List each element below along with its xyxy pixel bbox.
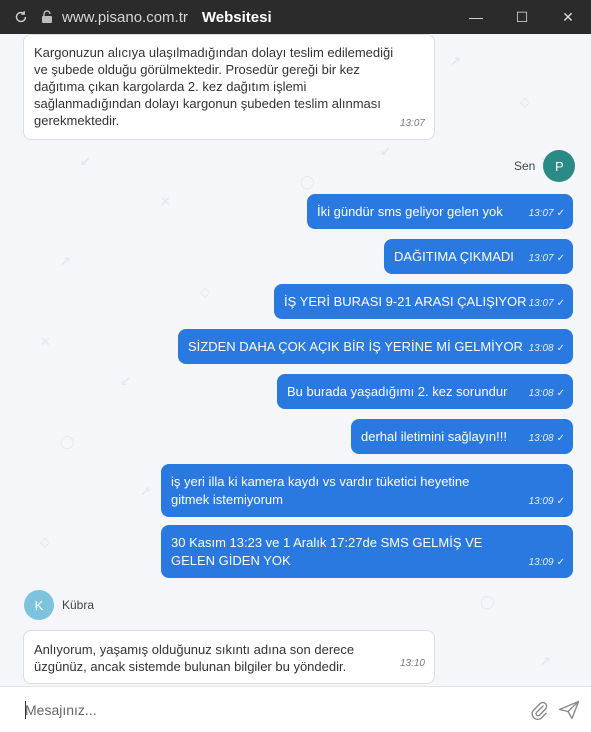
check-icon: ✓ xyxy=(556,208,565,219)
message-text: DAĞITIMA ÇIKMADI xyxy=(394,249,514,264)
close-button[interactable]: ✕ xyxy=(545,0,591,34)
message-time: 13:08 ✓ xyxy=(528,343,565,354)
message-time: 13:08 ✓ xyxy=(528,433,565,444)
window-controls: — ☐ ✕ xyxy=(453,0,591,34)
message-text: SİZDEN DAHA ÇOK AÇIK BİR İŞ YERİNE Mİ GE… xyxy=(188,339,523,354)
agent-avatar: K xyxy=(24,590,54,620)
message-text: Kargonuzun alıcıya ulaşılmadığından dola… xyxy=(34,45,394,128)
user-message: DAĞITIMA ÇIKMADI 13:07 ✓ xyxy=(384,239,573,274)
sender-name: Kübra xyxy=(62,598,95,612)
user-avatar: P xyxy=(543,150,576,182)
sender-name: Sen xyxy=(514,159,536,173)
message-time: 13:09 ✓ xyxy=(528,496,565,507)
check-icon: ✓ xyxy=(556,388,565,399)
minimize-button[interactable]: — xyxy=(453,0,499,34)
user-message: İki gündür sms geliyor gelen yok 13:07 ✓ xyxy=(307,194,573,229)
user-message: derhal iletimini sağlayın!!! 13:08 ✓ xyxy=(351,419,573,454)
message-time: 13:09 ✓ xyxy=(528,557,565,568)
user-sender-row: Sen P xyxy=(514,150,576,182)
message-time: 13:07 ✓ xyxy=(528,253,565,264)
check-icon: ✓ xyxy=(556,496,565,507)
user-message: 30 Kasım 13:23 ve 1 Aralık 17:27de SMS G… xyxy=(161,525,573,578)
refresh-icon[interactable] xyxy=(6,0,36,34)
message-text: Bu burada yaşadığımı 2. kez sorundur xyxy=(287,384,508,399)
maximize-button[interactable]: ☐ xyxy=(499,0,545,34)
message-time: 13:07 ✓ xyxy=(528,208,565,219)
check-icon: ✓ xyxy=(556,253,565,264)
message-input[interactable] xyxy=(25,699,505,721)
message-text: İŞ YERİ BURASI 9-21 ARASI ÇALIŞIYOR xyxy=(284,294,527,309)
agent-message: Anlıyorum, yaşamış olduğunuz sıkıntı adı… xyxy=(23,630,435,684)
message-time: 13:08 ✓ xyxy=(528,388,565,399)
user-message: SİZDEN DAHA ÇOK AÇIK BİR İŞ YERİNE Mİ GE… xyxy=(178,329,573,364)
window-title: Websitesi xyxy=(201,8,272,26)
message-text: iş yeri illa ki kamera kaydı vs vardır t… xyxy=(171,474,470,507)
send-icon[interactable] xyxy=(557,698,581,722)
message-text: Anlıyorum, yaşamış olduğunuz sıkıntı adı… xyxy=(34,642,355,674)
user-message: iş yeri illa ki kamera kaydı vs vardır t… xyxy=(161,464,573,517)
window-titlebar: www.pisano.com.tr Websitesi — ☐ ✕ xyxy=(0,0,591,34)
check-icon: ✓ xyxy=(556,298,565,309)
message-text: 30 Kasım 13:23 ve 1 Aralık 17:27de SMS G… xyxy=(171,535,483,568)
check-icon: ✓ xyxy=(556,343,565,354)
message-time: 13:07 xyxy=(399,118,425,129)
message-time: 13:07 ✓ xyxy=(528,298,565,309)
message-text: İki gündür sms geliyor gelen yok xyxy=(317,204,503,219)
agent-message: Kargonuzun alıcıya ulaşılmadığından dola… xyxy=(23,34,435,140)
check-icon: ✓ xyxy=(556,433,565,444)
paperclip-icon[interactable] xyxy=(527,698,551,722)
lock-icon xyxy=(36,0,58,34)
message-composer xyxy=(0,686,591,732)
text-caret xyxy=(25,701,26,719)
chat-window[interactable]: ↗◇ ↙✕ ◯↗ ◇✕ ↙◯ ↗◇ ✕↙ ◯↗ Kargonuzun alıcı… xyxy=(0,34,591,686)
message-text: derhal iletimini sağlayın!!! xyxy=(361,429,507,444)
check-icon: ✓ xyxy=(556,557,565,568)
agent-sender-row: K Kübra xyxy=(24,590,94,620)
user-message: Bu burada yaşadığımı 2. kez sorundur 13:… xyxy=(277,374,573,409)
page-url: www.pisano.com.tr xyxy=(62,8,188,26)
message-time: 13:10 xyxy=(399,658,425,669)
user-message: İŞ YERİ BURASI 9-21 ARASI ÇALIŞIYOR 13:0… xyxy=(274,284,573,319)
